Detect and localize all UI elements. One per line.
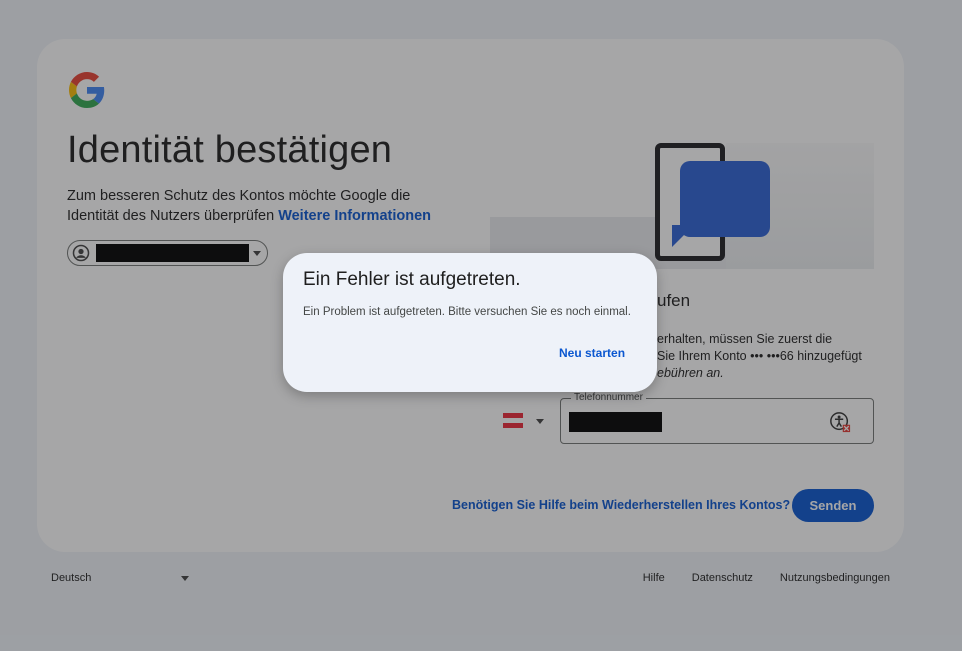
restart-button[interactable]: Neu starten — [547, 342, 637, 364]
dialog-title: Ein Fehler ist aufgetreten. — [303, 269, 521, 290]
error-dialog: Ein Fehler ist aufgetreten. Ein Problem … — [283, 253, 657, 392]
dialog-body: Ein Problem ist aufgetreten. Bitte versu… — [303, 306, 631, 318]
